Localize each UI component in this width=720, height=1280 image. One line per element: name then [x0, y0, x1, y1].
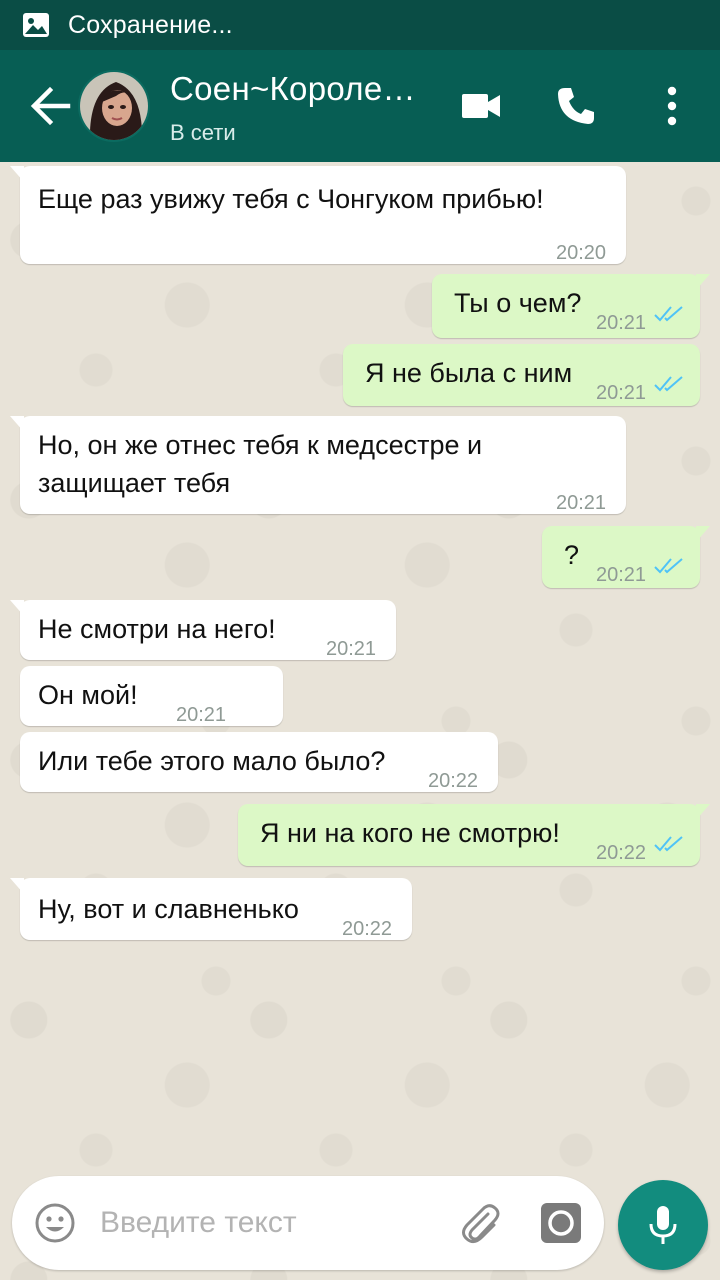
- image-icon: [23, 13, 49, 37]
- emoji-icon[interactable]: [34, 1202, 76, 1244]
- double-check-icon: [654, 558, 683, 574]
- message-text: ?: [564, 540, 580, 570]
- message-text: Ты о чем?: [454, 288, 582, 318]
- message-text: Или тебе этого мало было?: [38, 746, 386, 776]
- mic-icon: [649, 1206, 677, 1244]
- contact-status: В сети: [170, 120, 236, 145]
- message-time: 20:21: [596, 382, 647, 404]
- message-time: 20:21: [596, 312, 647, 334]
- message-text: Но, он же отнес тебя к медсестре и защищ…: [38, 430, 483, 498]
- message-outgoing[interactable]: Я не была с ним 20:21: [343, 344, 700, 406]
- double-check-icon: [654, 836, 683, 852]
- message-outgoing[interactable]: ? 20:21: [542, 526, 710, 588]
- message-text: Еще раз увижу тебя с Чонгуком прибью!: [38, 184, 544, 214]
- message-incoming[interactable]: Еще раз увижу тебя с Чонгуком прибью! 20…: [10, 166, 626, 264]
- message-text: Я не была с ним: [365, 358, 573, 388]
- videocam-icon[interactable]: [460, 86, 502, 126]
- message-outgoing[interactable]: Ты о чем? 20:21: [432, 274, 710, 338]
- message-outgoing[interactable]: Я ни на кого не смотрю! 20:22: [238, 804, 710, 866]
- message-time: 20:22: [428, 770, 479, 792]
- message-incoming[interactable]: Он мой! 20:21: [20, 666, 283, 726]
- avatar[interactable]: [78, 70, 150, 142]
- message-time: 20:21: [596, 564, 647, 586]
- status-text: Сохранение...: [68, 10, 233, 39]
- message-input[interactable]: [100, 1198, 440, 1248]
- double-check-icon: [654, 306, 683, 322]
- message-text: Он мой!: [38, 680, 138, 710]
- arrow-back-icon[interactable]: [28, 84, 72, 128]
- mic-button[interactable]: [618, 1180, 708, 1270]
- message-time: 20:22: [596, 842, 647, 864]
- phone-icon[interactable]: [555, 85, 597, 127]
- more-vert-icon[interactable]: [664, 85, 680, 127]
- message-time: 20:21: [176, 704, 227, 726]
- message-incoming[interactable]: Не смотри на него! 20:21: [10, 600, 396, 660]
- contact-name[interactable]: Соен~Королева...: [170, 70, 432, 108]
- status-bar: Сохранение...: [0, 0, 720, 50]
- message-incoming[interactable]: Но, он же отнес тебя к медсестре и защищ…: [10, 416, 626, 514]
- message-text: Ну, вот и славненько: [38, 894, 299, 924]
- message-time: 20:21: [326, 638, 377, 660]
- double-check-icon: [654, 376, 683, 392]
- camera-icon[interactable]: [540, 1202, 582, 1244]
- message-time: 20:22: [342, 918, 393, 940]
- message-incoming[interactable]: Или тебе этого мало было? 20:22: [20, 732, 498, 792]
- chat-area[interactable]: Еще раз увижу тебя с Чонгуком прибью! 20…: [0, 162, 720, 1280]
- message-text: Я ни на кого не смотрю!: [260, 818, 560, 848]
- message-time: 20:21: [556, 492, 607, 514]
- paperclip-icon[interactable]: [458, 1200, 502, 1246]
- message-composer: [12, 1176, 604, 1270]
- message-incoming[interactable]: Ну, вот и славненько 20:22: [10, 878, 412, 940]
- message-text: Не смотри на него!: [38, 614, 276, 644]
- message-time: 20:20: [556, 242, 607, 264]
- chat-header: Соен~Королева... В сети: [0, 50, 720, 162]
